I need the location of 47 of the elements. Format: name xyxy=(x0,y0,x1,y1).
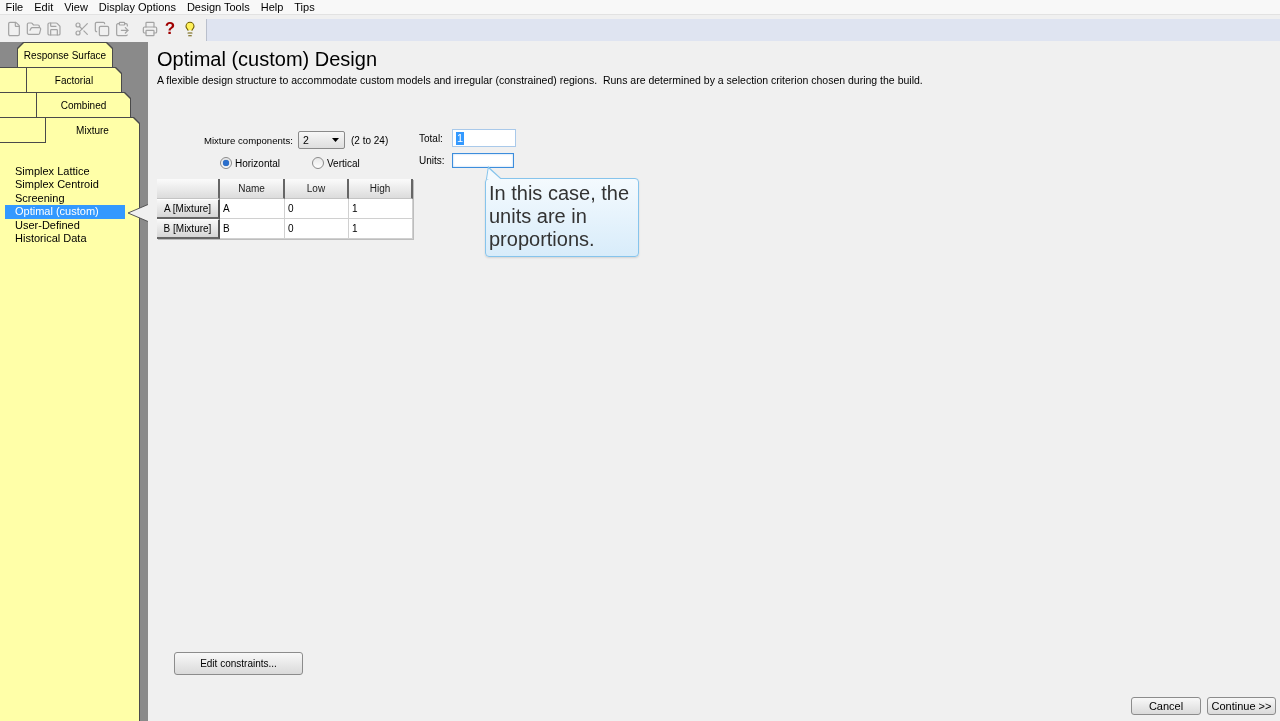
design-type-item[interactable]: Simplex Centroid xyxy=(5,178,125,192)
radio-button[interactable] xyxy=(220,157,232,169)
field-label: Total: xyxy=(419,132,443,144)
column-header: Low xyxy=(285,179,349,199)
radio-button[interactable] xyxy=(312,157,324,169)
description-text: A flexible design structure to accommodate custom models and irregular (constrained) regions. Runs are determined by a selection criterion chosen during the build. xyxy=(157,74,923,87)
table-cell[interactable]: 1 xyxy=(349,199,413,219)
row-header-button[interactable]: B [Mixture] xyxy=(157,219,220,239)
help-button[interactable]: ? xyxy=(164,19,176,38)
column-header: High xyxy=(349,179,413,199)
table-cell[interactable]: A xyxy=(220,199,285,219)
radio-label: Horizontal xyxy=(235,157,281,169)
field-label: Units: xyxy=(419,155,445,166)
dialog-button[interactable]: Cancel xyxy=(1131,697,1201,715)
design-type-item[interactable]: User-Defined xyxy=(5,218,125,232)
row-header-button[interactable]: A [Mixture] xyxy=(157,199,220,219)
selected-text: 1 xyxy=(456,131,465,145)
edit-constraints-button[interactable]: Edit constraints... xyxy=(174,652,303,675)
design-type-item[interactable]: Simplex Lattice xyxy=(5,165,125,179)
design-tab[interactable]: Factorial xyxy=(0,68,121,93)
lightbulb-icon[interactable] xyxy=(182,20,198,37)
field-label: Mixture components: xyxy=(203,134,293,146)
components-dropdown[interactable]: 2 xyxy=(298,131,345,149)
table-cell[interactable]: 1 xyxy=(349,219,413,239)
menu-item[interactable]: Edit xyxy=(28,0,59,14)
caret-icon xyxy=(332,138,339,142)
radio-label: Vertical xyxy=(327,157,360,169)
menu-item[interactable]: View xyxy=(58,0,94,14)
table-corner-cell xyxy=(157,179,220,199)
design-tab[interactable]: Combined xyxy=(0,93,130,118)
design-type-item[interactable]: Screening xyxy=(5,191,125,206)
menu-item[interactable]: Display Options xyxy=(93,0,182,14)
page-title: Optimal (custom) Design xyxy=(157,47,378,71)
menu-item[interactable]: Design Tools xyxy=(181,0,256,14)
design-type-item[interactable]: Historical Data xyxy=(5,231,125,246)
menu-item[interactable]: Help xyxy=(255,0,289,14)
dialog-button[interactable]: Continue >> xyxy=(1207,697,1276,715)
menu-item[interactable]: File xyxy=(0,0,29,14)
units-input[interactable] xyxy=(452,153,514,168)
table-cell[interactable]: 0 xyxy=(285,219,349,239)
table-cell[interactable]: 0 xyxy=(285,199,349,219)
column-header: Name xyxy=(220,179,285,199)
tooltip: In this case, the units are in proportions. xyxy=(485,166,639,257)
menu-item[interactable]: Tips xyxy=(288,0,321,14)
range-hint: (2 to 24) xyxy=(351,134,389,146)
design-tab[interactable]: Mixture xyxy=(0,118,139,143)
table-cell[interactable]: B xyxy=(220,219,285,239)
